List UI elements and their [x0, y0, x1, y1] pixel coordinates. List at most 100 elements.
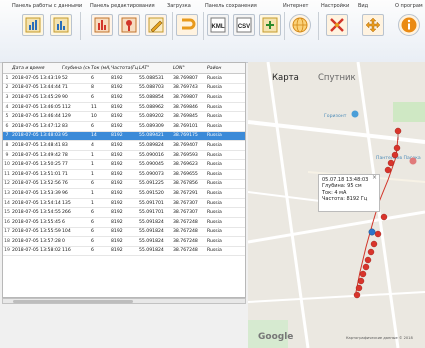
col-header-datetime[interactable]: Дата и время: [11, 63, 61, 74]
cell-region: Russia: [206, 207, 245, 218]
table-row[interactable]: 10 2018-07-05 13:50:25 77 1 8192 55.090045 38.…: [3, 159, 245, 170]
pencil-button[interactable]: [145, 14, 167, 36]
cell-frequency: 8192: [110, 246, 138, 257]
table-row[interactable]: 4 2018-07-05 13:46:05 112 11 8192 55.088962 38…: [3, 102, 245, 113]
map-panel[interactable]: Карта Спутник Горизонт Пантелеев Пасека: [248, 62, 425, 348]
table-row[interactable]: 5 2018-07-05 13:46:44 129 10 8192 55.089202 38…: [3, 111, 245, 122]
marker-icon: [394, 127, 402, 141]
cell-lon: 38.769807: [172, 92, 206, 103]
table-row[interactable]: 6 2018-07-05 13:47:12 83 6 8192 55.089309 38.7…: [3, 121, 245, 132]
data-chart-button[interactable]: [22, 14, 44, 36]
view-button[interactable]: [362, 14, 384, 36]
cell-index: 12: [3, 179, 11, 190]
status-area: [0, 304, 248, 348]
cell-lat: 55.088703: [138, 83, 172, 94]
col-header-depth[interactable]: Глубина (см): [61, 63, 90, 74]
cell-frequency: 8192: [110, 92, 138, 103]
cell-region: Russia: [206, 179, 245, 190]
cell-current: 6: [90, 236, 110, 247]
cell-lon: 38.767307: [172, 207, 206, 218]
cell-current: 6: [90, 73, 110, 84]
cell-index: 2: [3, 83, 11, 94]
ribbon-separator: [203, 12, 204, 40]
edit-point-button[interactable]: [118, 14, 140, 36]
cell-lon: 38.769623: [172, 159, 206, 170]
table-row[interactable]: 1 2018-07-05 13:43:19 52 6 8192 55.088531 38.7…: [3, 73, 245, 84]
col-header-lon[interactable]: LON°: [172, 63, 206, 74]
google-logo: Google: [258, 332, 294, 342]
cell-region: Russia: [206, 111, 245, 122]
cell-datetime: 2018-07-05 13:55:45: [11, 217, 61, 228]
cell-index: 3: [3, 92, 11, 103]
cell-index: 4: [3, 102, 11, 113]
save-kml-button[interactable]: KML: [207, 14, 229, 36]
cell-depth: 96: [61, 188, 90, 199]
group-label-view: Вид: [358, 3, 369, 9]
cell-depth: 104: [61, 227, 90, 238]
cell-frequency: 8192: [110, 198, 138, 209]
table-row[interactable]: 16 2018-07-05 13:55:45 6 6 8192 55.091824 38.7…: [3, 217, 245, 228]
internet-button[interactable]: [289, 14, 311, 36]
col-header-frequency[interactable]: Частота(Гц): [110, 63, 138, 74]
cell-region: Russia: [206, 83, 245, 94]
cell-datetime: 2018-07-05 13:54:55: [11, 207, 61, 218]
scrollbar-thumb[interactable]: [13, 300, 133, 303]
cell-current: 1: [90, 159, 110, 170]
cell-depth: 71: [61, 83, 90, 94]
col-header-lat[interactable]: LAT°: [138, 63, 172, 74]
col-header-index[interactable]: [3, 63, 11, 74]
cell-lon: 38.769655: [172, 169, 206, 180]
ribbon-toolbar: Панель работы с данными Панель редактиро…: [0, 0, 425, 63]
table-row[interactable]: 18 2018-07-05 13:57:28 0 6 8192 55.091824 38.7…: [3, 236, 245, 247]
cell-frequency: 8192: [110, 217, 138, 228]
svg-text:KML: KML: [212, 24, 225, 30]
table-row[interactable]: 9 2018-07-05 13:49:42 78 1 8192 55.090016 38.7…: [3, 150, 245, 161]
cell-lon: 38.769845: [172, 111, 206, 122]
popup-close-button[interactable]: ×: [372, 174, 377, 181]
add-point-button[interactable]: [259, 14, 281, 36]
cell-lon: 38.767248: [172, 246, 206, 257]
marker-icon: [364, 256, 372, 264]
table-row[interactable]: 7 2018-07-05 13:48:03 95 14 8192 55.089421 38.…: [3, 131, 245, 142]
cell-frequency: 8192: [110, 188, 138, 199]
ribbon-separator: [172, 12, 173, 40]
col-header-region[interactable]: Район: [206, 63, 245, 74]
about-button[interactable]: [398, 14, 420, 36]
cell-datetime: 2018-07-05 13:52:56: [11, 179, 61, 190]
load-button[interactable]: [176, 14, 198, 36]
cell-depth: 77: [61, 159, 90, 170]
table-row[interactable]: 8 2018-07-05 13:48:41 83 4 8192 55.089824 38.7…: [3, 140, 245, 151]
data-grid[interactable]: Дата и время Глубина (см) Ток (мА) Часто…: [2, 62, 246, 298]
cell-region: Russia: [206, 150, 245, 161]
cell-datetime: 2018-07-05 13:49:42: [11, 150, 61, 161]
cell-datetime: 2018-07-05 13:44:44: [11, 83, 61, 94]
table-row[interactable]: 17 2018-07-05 13:55:59 104 6 8192 55.091824 38…: [3, 227, 245, 238]
edit-chart-button[interactable]: [91, 14, 113, 36]
table-row[interactable]: 12 2018-07-05 13:52:56 76 6 8192 55.091225 38.…: [3, 179, 245, 190]
cell-index: 10: [3, 159, 11, 170]
data-chart-2-button[interactable]: [50, 14, 72, 36]
col-header-current[interactable]: Ток (мА): [90, 63, 110, 74]
cell-region: Russia: [206, 131, 245, 142]
settings-tools-icon: [330, 18, 344, 32]
cell-datetime: 2018-07-05 13:47:12: [11, 121, 61, 132]
table-row[interactable]: 13 2018-07-05 13:53:39 96 1 8192 55.091520 38.…: [3, 188, 245, 199]
cell-depth: 129: [61, 111, 90, 122]
table-row[interactable]: 15 2018-07-05 13:54:55 266 6 8192 55.091701 38…: [3, 207, 245, 218]
table-row[interactable]: 14 2018-07-05 13:54:14 135 1 8192 55.091701 38…: [3, 198, 245, 209]
pin-edit-icon: [121, 17, 137, 33]
cell-lon: 38.769846: [172, 102, 206, 113]
table-row[interactable]: 3 2018-07-05 13:45:29 90 6 8192 55.088854 38.7…: [3, 92, 245, 103]
save-csv-button[interactable]: CSV: [233, 14, 255, 36]
cell-current: 1: [90, 169, 110, 180]
settings-button[interactable]: [326, 14, 348, 36]
cell-frequency: 8192: [110, 111, 138, 122]
cell-lat: 55.091701: [138, 198, 172, 209]
cell-depth: 83: [61, 140, 90, 151]
table-row[interactable]: 19 2018-07-05 13:58:02 116 6 8192 55.091824 38…: [3, 246, 245, 257]
table-row[interactable]: 2 2018-07-05 13:44:44 71 8 8192 55.088703 38.7…: [3, 83, 245, 94]
cell-region: Russia: [206, 159, 245, 170]
table-row[interactable]: 11 2018-07-05 13:51:01 71 1 8192 55.090073 38.…: [3, 169, 245, 180]
ribbon-separator: [80, 12, 81, 40]
selected-marker-icon: [368, 228, 376, 236]
